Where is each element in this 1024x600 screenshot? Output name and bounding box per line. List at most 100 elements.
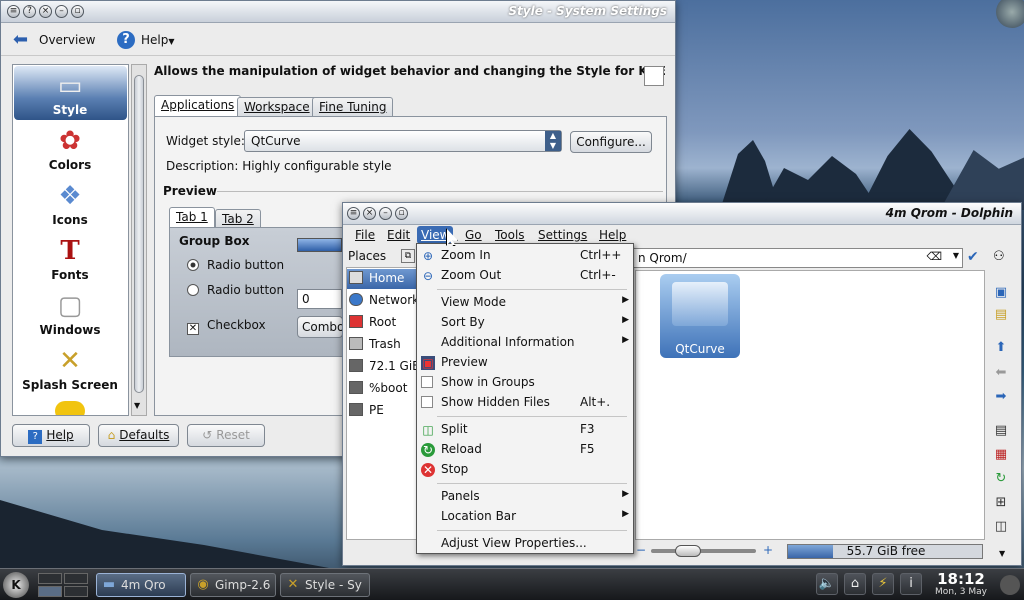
category-fonts[interactable]: T Fonts: [13, 236, 127, 282]
help-button[interactable]: ? Help: [12, 424, 90, 447]
new-folder-icon[interactable]: ▤: [991, 305, 1011, 325]
dolphin-titlebar[interactable]: ≡ × – ▫ 4m Qrom - Dolphin: [343, 203, 1021, 225]
menu-item-location-bar[interactable]: Location Bar ▶: [417, 507, 633, 527]
new-window-icon[interactable]: ▣: [991, 283, 1011, 303]
help-icon[interactable]: ?: [23, 5, 36, 18]
radio-button-1[interactable]: Radio button: [187, 258, 284, 272]
category-splash-screen[interactable]: ✕ Splash Screen: [13, 346, 127, 392]
location-dropdown-icon[interactable]: ▼: [953, 251, 959, 260]
place-trash[interactable]: Trash: [349, 337, 401, 357]
panel-toolbox-icon[interactable]: [1000, 575, 1020, 595]
menu-settings[interactable]: Settings: [538, 228, 587, 242]
preview-tab-1[interactable]: Tab 1: [169, 207, 215, 227]
preview-spinbox[interactable]: 0: [297, 289, 342, 309]
pager-desktop-3[interactable]: [38, 586, 62, 597]
notifications-icon[interactable]: i: [900, 573, 922, 595]
defaults-button[interactable]: ⌂ Defaults: [98, 424, 179, 447]
menu-item-view-mode[interactable]: View Mode ▶: [417, 293, 633, 313]
menu-file[interactable]: File: [355, 228, 375, 242]
battery-icon[interactable]: ⚡: [872, 573, 894, 595]
menu-item-zoom-out[interactable]: ⊖ Zoom Out Ctrl+-: [417, 266, 633, 286]
task-gimp[interactable]: ◉ Gimp-2.6: [190, 573, 276, 597]
close-icon[interactable]: ×: [39, 5, 52, 18]
folder-item-qtcurve[interactable]: QtCurve: [660, 274, 740, 358]
preview-combo[interactable]: Combo: [297, 316, 344, 338]
menu-item-preview[interactable]: ▣ Preview: [417, 353, 633, 373]
menu-item-stop[interactable]: ✕ Stop: [417, 460, 633, 480]
menu-item-sort-by[interactable]: Sort By ▶: [417, 313, 633, 333]
widget-style-select[interactable]: QtCurve ▲ ▼: [244, 130, 562, 152]
place-boot[interactable]: %boot: [349, 381, 407, 401]
zoom-slider[interactable]: [651, 545, 756, 557]
menu-item-panels[interactable]: Panels ▶: [417, 487, 633, 507]
category-icons[interactable]: ❖ Icons: [13, 181, 127, 227]
minimize-icon[interactable]: –: [379, 207, 392, 220]
zoom-slider-handle[interactable]: [675, 545, 701, 557]
menu-item-additional-information[interactable]: Additional Information ▶: [417, 333, 633, 353]
help-menu-button[interactable]: ? Help▼: [115, 28, 175, 52]
settings-titlebar[interactable]: ≡ ? × – ▫ Style - System Settings: [1, 1, 675, 23]
split-view-icon[interactable]: ◫: [991, 517, 1011, 537]
place-home[interactable]: Home: [347, 269, 417, 289]
category-windows[interactable]: ▢ Windows: [13, 291, 127, 337]
task-system-settings[interactable]: ✕ Style - Sy: [280, 573, 370, 597]
radio-button-2[interactable]: Radio button: [187, 283, 284, 297]
tab-applications[interactable]: Applications: [154, 95, 242, 117]
tab-fine-tuning[interactable]: Fine Tuning: [312, 97, 394, 117]
menu-item-show-in-groups[interactable]: Show in Groups: [417, 373, 633, 393]
menu-item-show-hidden-files[interactable]: Show Hidden Files Alt+.: [417, 393, 633, 413]
maximize-icon[interactable]: ▫: [71, 5, 84, 18]
clear-location-icon[interactable]: ⌫: [926, 250, 942, 263]
place-pe[interactable]: PE: [349, 403, 384, 423]
volume-icon[interactable]: 🔈: [816, 573, 838, 595]
clock-time[interactable]: 18:12: [930, 570, 992, 588]
scroll-thumb[interactable]: [134, 75, 144, 393]
preview-toggle-icon[interactable]: ▦: [991, 445, 1011, 465]
kde-menu-icon[interactable]: K: [3, 572, 29, 598]
menu-item-split[interactable]: ◫ Split F3: [417, 420, 633, 440]
menu-item-zoom-in[interactable]: ⊕ Zoom In Ctrl++: [417, 246, 633, 266]
forward-icon[interactable]: ➡: [991, 387, 1011, 407]
preview-tab-2[interactable]: Tab 2: [215, 209, 261, 229]
zoom-in-status-icon[interactable]: +: [763, 543, 773, 557]
location-bar[interactable]: n Qrom/ ⌫ ▼: [633, 248, 963, 268]
menu-help[interactable]: Help: [599, 228, 626, 242]
places-panel-detach-icon[interactable]: ⧉: [401, 249, 415, 263]
category-colors[interactable]: ✿ Colors: [13, 126, 127, 172]
maximize-icon[interactable]: ▫: [395, 207, 408, 220]
close-icon[interactable]: ×: [363, 207, 376, 220]
category-style[interactable]: ▭ Style: [13, 71, 127, 117]
preview-checkbox[interactable]: ✕ Checkbox: [187, 318, 266, 335]
scroll-down-icon[interactable]: ▼: [134, 401, 140, 410]
menu-item-reload[interactable]: ↻ Reload F5: [417, 440, 633, 460]
place-root[interactable]: Root: [349, 315, 396, 335]
menu-item-adjust-view-properties[interactable]: Adjust View Properties...: [417, 534, 633, 554]
place-network[interactable]: Network: [349, 293, 419, 313]
up-arrow-icon[interactable]: ⬆: [991, 338, 1011, 358]
window-menu-icon[interactable]: ≡: [347, 207, 360, 220]
menu-edit[interactable]: Edit: [387, 228, 410, 242]
icons-view-icon[interactable]: ⊞: [991, 493, 1011, 513]
details-view-icon[interactable]: ▤: [991, 421, 1011, 441]
zoom-out-status-icon[interactable]: −: [636, 543, 646, 557]
window-menu-icon[interactable]: ≡: [7, 5, 20, 18]
pager-desktop-1[interactable]: [38, 573, 62, 584]
network-tray-icon[interactable]: ⌂: [844, 573, 866, 595]
pager-desktop-4[interactable]: [64, 586, 88, 597]
reset-button[interactable]: ↺ Reset: [187, 424, 265, 447]
task-dolphin[interactable]: ▬ 4m Qro: [96, 573, 186, 597]
back-icon[interactable]: ⬅: [991, 363, 1011, 383]
tab-workspace[interactable]: Workspace: [237, 97, 317, 117]
minimize-icon[interactable]: –: [55, 5, 68, 18]
menu-go[interactable]: Go: [465, 228, 482, 242]
confirm-location-icon[interactable]: ✔: [967, 249, 979, 265]
overview-button[interactable]: ⬅ Overview: [9, 28, 96, 52]
configure-button[interactable]: Configure...: [570, 131, 652, 153]
reload-side-icon[interactable]: ↻: [991, 469, 1011, 489]
category-scrollbar[interactable]: ▼: [131, 64, 147, 416]
binoculars-icon[interactable]: ⚇: [993, 249, 1005, 264]
pager-desktop-2[interactable]: [64, 573, 88, 584]
scroll-down-icon[interactable]: ▼: [999, 549, 1005, 558]
menu-tools[interactable]: Tools: [495, 228, 525, 242]
place-drive-72gib[interactable]: 72.1 GiB: [349, 359, 420, 379]
